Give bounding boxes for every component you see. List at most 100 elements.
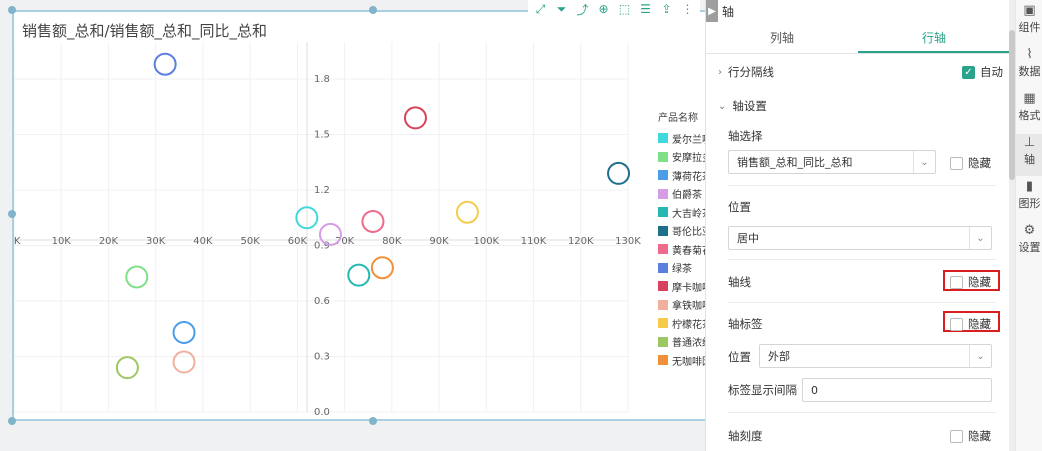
rail-item-label: 图形 xyxy=(1018,197,1041,210)
scatter-point[interactable] xyxy=(361,209,385,233)
label-position-label: 位置 xyxy=(728,350,751,364)
scatter-point[interactable] xyxy=(172,350,196,374)
label-position-value: 外部 xyxy=(768,350,790,363)
select-icon[interactable]: ⬚ xyxy=(616,1,633,18)
axis-label-hide-label: 隐藏 xyxy=(968,317,991,331)
axis-line-label: 轴线 xyxy=(728,275,751,289)
chevron-right-icon: › xyxy=(718,66,722,78)
scatter-point[interactable] xyxy=(115,356,139,380)
row-divider-section[interactable]: › 行分隔线 ✓ 自动 xyxy=(718,63,1003,81)
position-value: 居中 xyxy=(737,232,759,245)
auto-checkbox-group: ✓ 自动 xyxy=(962,64,1003,80)
axis-label-hide-checkbox[interactable] xyxy=(950,317,963,331)
label-interval-input[interactable]: 0 xyxy=(802,378,992,402)
scatter-point[interactable] xyxy=(153,52,177,76)
scatter-point[interactable] xyxy=(125,265,149,289)
axis-label-label: 轴标签 xyxy=(728,317,763,331)
rail-item-label: 数据 xyxy=(1018,65,1041,78)
scatter-point[interactable] xyxy=(318,222,342,246)
scatter-point[interactable] xyxy=(370,256,394,280)
y-tick-label: 1.2 xyxy=(314,185,330,196)
rail-item-settings[interactable]: ⚙ 设置 xyxy=(1016,222,1042,264)
scatter-plot: 0K10K20K30K40K50K60K70K80K90K100K110K120… xyxy=(14,42,641,418)
legend-label: 伯爵茶 xyxy=(672,190,702,202)
auto-label: 自动 xyxy=(980,65,1003,79)
scatter-point[interactable] xyxy=(347,263,371,287)
position-dropdown[interactable]: 居中 ⌄ xyxy=(728,226,992,250)
axis-settings-section[interactable]: ⌄ 轴设置 xyxy=(718,97,1003,115)
rail-item-format[interactable]: ▦ 格式 xyxy=(1016,90,1042,132)
scatter-point[interactable] xyxy=(403,106,427,130)
chevron-right-icon: ▶ xyxy=(708,5,716,17)
resize-handle-bottom[interactable] xyxy=(369,417,377,425)
rail-item-graph[interactable]: ▮ 图形 xyxy=(1016,178,1042,220)
x-tick-label: 130K xyxy=(615,236,641,247)
chevron-down-icon: ⌄ xyxy=(913,151,935,173)
x-tick-label: 10K xyxy=(52,236,72,247)
legend-swatch xyxy=(658,336,668,347)
legend-swatch xyxy=(658,281,668,292)
tab-column-axis[interactable]: 列轴 xyxy=(706,24,858,53)
rail-item-data[interactable]: ⌇ 数据 xyxy=(1016,46,1042,88)
scatter-point[interactable] xyxy=(455,200,479,224)
export-icon[interactable]: ⇪ xyxy=(658,1,675,18)
drill-icon[interactable]: ⤴ xyxy=(574,1,591,18)
list-icon[interactable]: ☰ xyxy=(637,1,654,18)
axis-icon: ⊥ xyxy=(1023,135,1036,150)
chevron-down-icon: ⌄ xyxy=(969,345,991,367)
axis-select-value: 销售额_总和_同比_总和 xyxy=(737,156,853,169)
x-tick-label: 30K xyxy=(146,236,166,247)
panel-header: ▶ 轴 xyxy=(706,0,1010,22)
legend-label: 绿茶 xyxy=(672,264,692,276)
y-tick-label: 0.3 xyxy=(314,352,330,363)
axis-line-hide-checkbox[interactable] xyxy=(950,275,963,289)
row-divider-label: 行分隔线 xyxy=(728,65,774,79)
legend-swatch xyxy=(658,318,668,329)
x-tick-label: 80K xyxy=(382,236,402,247)
format-icon: ▦ xyxy=(1023,91,1036,106)
label-interval-label: 标签显示间隔 xyxy=(728,383,797,397)
axis-select-label: 轴选择 xyxy=(728,129,763,143)
chart-toolbar: ⤢ ⏷ ⤴ ⊕ ⬚ ☰ ⇪ ⋮ xyxy=(528,0,700,18)
graph-icon: ▮ xyxy=(1025,179,1034,194)
legend-swatch xyxy=(658,207,668,218)
label-position-dropdown[interactable]: 外部 ⌄ xyxy=(759,344,992,368)
legend-swatch xyxy=(658,133,668,144)
chevron-down-icon: ⌄ xyxy=(718,100,727,112)
expand-icon[interactable]: ⤢ xyxy=(532,1,549,18)
rail-item-label: 轴 xyxy=(1024,153,1035,166)
axis-tick-hide-checkbox[interactable] xyxy=(950,429,963,443)
legend-swatch xyxy=(658,151,668,162)
rail-item-component[interactable]: ▣ 组件 xyxy=(1016,2,1042,44)
data-icon: ⌇ xyxy=(1026,47,1033,62)
legend-swatch xyxy=(658,170,668,181)
chevron-down-icon: ⌄ xyxy=(969,227,991,249)
x-tick-label: 40K xyxy=(193,236,213,247)
legend-swatch xyxy=(658,188,668,199)
resize-handle-left[interactable] xyxy=(8,210,16,218)
auto-checkbox[interactable]: ✓ xyxy=(962,65,975,79)
x-tick-label: 20K xyxy=(99,236,119,247)
scatter-point[interactable] xyxy=(607,161,631,185)
scatter-point[interactable] xyxy=(172,320,196,344)
resize-handle-top-left[interactable] xyxy=(8,6,16,14)
legend-swatch xyxy=(658,299,668,310)
filter-icon[interactable]: ⏷ xyxy=(553,1,570,18)
settings-icon: ⚙ xyxy=(1023,223,1036,238)
rail-item-axis[interactable]: ⊥ 轴 xyxy=(1016,134,1042,176)
tab-row-axis[interactable]: 行轴 xyxy=(858,24,1010,53)
axis-hide-checkbox[interactable] xyxy=(950,156,963,170)
chart-card[interactable]: 销售额_总和/销售额_总和_同比_总和 0K10K20K30K40K50K60K… xyxy=(12,10,718,421)
zoom-icon[interactable]: ⊕ xyxy=(595,1,612,18)
resize-handle-bottom-left[interactable] xyxy=(8,417,16,425)
axis-panel: ▶ 轴 列轴 行轴 › 行分隔线 ✓ 自动 ⌄ 轴设置 轴选择 销售额_总和_同… xyxy=(705,0,1010,451)
axis-select-dropdown[interactable]: 销售额_总和_同比_总和 ⌄ xyxy=(728,150,936,174)
divider xyxy=(728,185,996,186)
resize-handle-top[interactable] xyxy=(369,6,377,14)
axis-tick-hide-label: 隐藏 xyxy=(968,429,991,443)
x-tick-label: 90K xyxy=(429,236,449,247)
x-tick-label: 100K xyxy=(473,236,499,247)
more-icon[interactable]: ⋮ xyxy=(679,1,696,18)
axis-hide-label: 隐藏 xyxy=(968,156,991,170)
collapse-panel-button[interactable]: ▶ xyxy=(706,0,718,22)
